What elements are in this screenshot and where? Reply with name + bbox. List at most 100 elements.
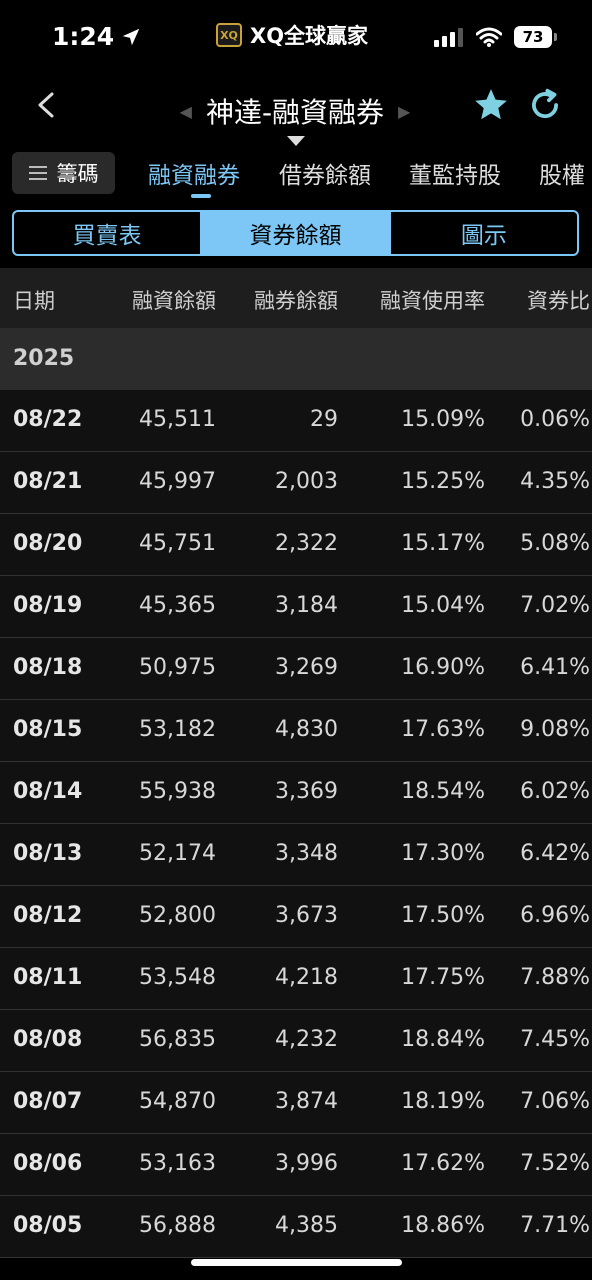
cell-short-margin-ratio: 6.02% [520,779,590,804]
table-body: 08/22 45,511 29 15.09% 0.06% 08/21 45,997 2,003… [0,390,592,1258]
xq-logo-icon: XQ [216,23,242,47]
clock-time: 1:24 [52,22,115,51]
cell-margin-balance: 53,548 [139,965,216,990]
table-row[interactable]: 08/05 56,888 4,385 18.86% 7.71% [0,1196,592,1258]
app-switcher[interactable]: XQ XQ全球贏家 [216,20,368,50]
cell-short-balance: 3,369 [275,779,338,804]
battery-icon: 73 [514,26,557,48]
segment-balance[interactable]: 資券餘額 [202,212,391,254]
cell-short-margin-ratio: 0.06% [520,407,590,432]
cell-margin-balance: 56,888 [139,1213,216,1238]
year-group-header: 2025 [0,328,592,390]
column-header-date[interactable]: 日期 [13,285,55,315]
cell-short-margin-ratio: 7.06% [520,1089,590,1114]
table-row[interactable]: 08/19 45,365 3,184 15.04% 7.02% [0,576,592,638]
cell-margin-usage: 17.30% [401,841,485,866]
signal-icon [434,28,463,47]
cell-short-margin-ratio: 7.52% [520,1151,590,1176]
refresh-icon[interactable] [526,86,564,124]
cell-short-balance: 3,874 [275,1089,338,1114]
cell-date: 08/14 [13,779,83,804]
prev-stock-arrow-icon[interactable]: ◀ [180,102,192,121]
cell-short-balance: 3,996 [275,1151,338,1176]
dropdown-caret-icon[interactable] [287,136,305,146]
table-row[interactable]: 08/20 45,751 2,322 15.17% 5.08% [0,514,592,576]
cell-short-margin-ratio: 7.88% [520,965,590,990]
cell-date: 08/22 [13,407,83,432]
table-row[interactable]: 08/18 50,975 3,269 16.90% 6.41% [0,638,592,700]
cell-date: 08/08 [13,1027,83,1052]
table-row[interactable]: 08/22 45,511 29 15.09% 0.06% [0,390,592,452]
cell-short-margin-ratio: 7.71% [520,1213,590,1238]
cell-margin-usage: 17.50% [401,903,485,928]
cell-short-balance: 3,348 [275,841,338,866]
table-row[interactable]: 08/08 56,835 4,232 18.84% 7.45% [0,1010,592,1072]
segment-trade-table[interactable]: 買賣表 [14,212,203,254]
column-header-short-margin-ratio[interactable]: 資券比 [527,285,590,315]
title-selector[interactable]: ◀ 神達-融資融券 ▶ [170,86,420,136]
cell-short-balance: 4,232 [275,1027,338,1052]
tab-securities-lending[interactable]: 借券餘額 [279,156,371,190]
cell-short-margin-ratio: 6.42% [520,841,590,866]
table-row[interactable]: 08/15 53,182 4,830 17.63% 9.08% [0,700,592,762]
segment-chart[interactable]: 圖示 [391,212,577,254]
tab-equity[interactable]: 股權 [539,156,585,190]
next-stock-arrow-icon[interactable]: ▶ [398,102,410,121]
cell-short-balance: 4,830 [275,717,338,742]
cell-margin-balance: 54,870 [139,1089,216,1114]
table-row[interactable]: 08/06 53,163 3,996 17.62% 7.52% [0,1134,592,1196]
table-row[interactable]: 08/11 53,548 4,218 17.75% 7.88% [0,948,592,1010]
cell-short-margin-ratio: 4.35% [520,469,590,494]
chips-menu-label: 籌碼 [56,162,99,186]
battery-level: 73 [522,28,544,46]
table-row[interactable]: 08/13 52,174 3,348 17.30% 6.42% [0,824,592,886]
page-title: 神達-融資融券 [205,96,385,129]
column-header-margin-balance[interactable]: 融資餘額 [132,285,216,315]
system-icons: 73 [434,26,557,48]
cell-margin-balance: 45,997 [139,469,216,494]
hamburger-menu-icon [28,166,47,180]
table-row[interactable]: 08/21 45,997 2,003 15.25% 4.35% [0,452,592,514]
cell-margin-balance: 53,182 [139,717,216,742]
favorite-star-icon[interactable] [472,86,510,124]
cell-date: 08/13 [13,841,83,866]
column-header-short-balance[interactable]: 融券餘額 [254,285,338,315]
cell-date: 08/18 [13,655,83,680]
cell-margin-usage: 18.86% [401,1213,485,1238]
cell-short-margin-ratio: 6.96% [520,903,590,928]
cell-short-balance: 3,673 [275,903,338,928]
cell-short-margin-ratio: 5.08% [520,531,590,556]
cell-short-balance: 2,003 [275,469,338,494]
cell-date: 08/07 [13,1089,83,1114]
cell-margin-balance: 55,938 [139,779,216,804]
table-row[interactable]: 08/14 55,938 3,369 18.54% 6.02% [0,762,592,824]
chips-menu-button[interactable]: 籌碼 [12,152,115,194]
cell-short-balance: 3,184 [275,593,338,618]
tab-margin-trading[interactable]: 融資融券 [148,156,240,190]
wifi-icon [476,27,502,47]
cell-margin-usage: 17.62% [401,1151,485,1176]
column-header-margin-usage[interactable]: 融資使用率 [380,285,485,315]
back-chevron-icon[interactable] [34,90,58,120]
home-indicator[interactable] [191,1259,402,1266]
cell-margin-usage: 18.54% [401,779,485,804]
cell-margin-usage: 15.09% [401,407,485,432]
tab-insider-holdings[interactable]: 董監持股 [409,156,501,190]
app-name: XQ全球贏家 [250,24,369,48]
cell-date: 08/21 [13,469,83,494]
cell-short-balance: 2,322 [275,531,338,556]
location-arrow-icon [122,28,140,45]
year-label: 2025 [13,346,75,371]
cell-margin-balance: 45,751 [139,531,216,556]
cell-margin-balance: 50,975 [139,655,216,680]
cell-margin-usage: 15.04% [401,593,485,618]
cell-date: 08/06 [13,1151,83,1176]
table-row[interactable]: 08/07 54,870 3,874 18.19% 7.06% [0,1072,592,1134]
cell-date: 08/11 [13,965,83,990]
cell-date: 08/20 [13,531,83,556]
cell-margin-balance: 45,511 [139,407,216,432]
cell-margin-usage: 18.19% [401,1089,485,1114]
table-row[interactable]: 08/12 52,800 3,673 17.50% 6.96% [0,886,592,948]
cell-margin-usage: 17.75% [401,965,485,990]
cell-short-balance: 3,269 [275,655,338,680]
